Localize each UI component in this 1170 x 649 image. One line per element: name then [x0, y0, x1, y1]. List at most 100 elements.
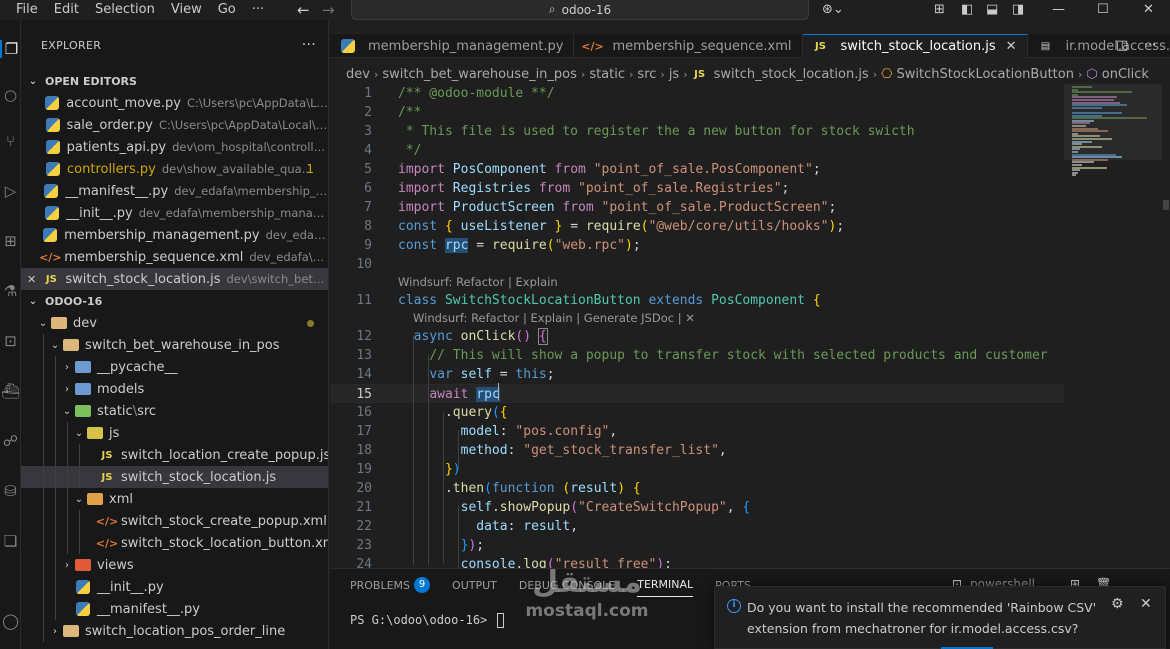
explorer-more-icon[interactable]: ···	[302, 37, 316, 53]
tree-item[interactable]: __init__.py	[21, 576, 328, 598]
menu-view[interactable]: View	[163, 0, 210, 20]
run-debug-icon[interactable]: ▷	[0, 182, 21, 200]
python-icon[interactable]: ☍	[0, 432, 21, 450]
breadcrumb-item[interactable]: src	[637, 67, 656, 82]
tree-item[interactable]: › __pycache__	[21, 356, 328, 378]
code-line[interactable]: 19 })	[330, 460, 1064, 479]
menu-more[interactable]: ···	[244, 0, 272, 20]
notification-close-icon[interactable]: ✕	[1140, 596, 1152, 612]
tab-close-icon[interactable]: ✕	[1006, 39, 1017, 54]
code-line[interactable]: 13 // This will show a popup to transfer…	[330, 346, 1064, 365]
toggle-panel-icon[interactable]: ⬓	[986, 2, 998, 17]
tree-item[interactable]: › models	[21, 378, 328, 400]
split-editor-icon[interactable]: ◫	[1116, 38, 1128, 53]
pages-icon[interactable]: ❏	[0, 532, 21, 550]
code-line[interactable]: 24 console.log("result free");	[330, 555, 1064, 568]
code-line[interactable]: 14 var self = this;	[330, 365, 1064, 384]
tree-item[interactable]: __manifest__.py	[21, 598, 328, 620]
breadcrumb-item[interactable]: dev	[346, 67, 370, 82]
tree-item[interactable]: JS switch_stock_location.js	[21, 466, 328, 488]
open-editor-item[interactable]: </>membership_sequence.xml dev_edafa\me..…	[21, 246, 328, 268]
tree-item[interactable]: JS switch_location_create_popup.js	[21, 444, 328, 466]
code-line[interactable]: 9 const rpc = require("web.rpc");	[330, 236, 1064, 255]
source-control-icon[interactable]: ⑂	[0, 132, 21, 150]
open-editors-header[interactable]: ⌄ OPEN EDITORS	[21, 70, 328, 92]
code-line[interactable]: 1 /** @odoo-module **/	[330, 84, 1064, 103]
panel-tab-terminal[interactable]: TERMINAL	[637, 577, 694, 597]
tree-item[interactable]: ⌄ xml	[21, 488, 328, 510]
code-line[interactable]: 23 });	[330, 536, 1064, 555]
toggle-secondary-sidebar-icon[interactable]: ◨	[1012, 2, 1024, 17]
open-editor-item[interactable]: controllers.py dev\show_available_qua... 1	[21, 158, 328, 180]
code-line[interactable]: 20 .then(function (result) {	[330, 479, 1064, 498]
editor-more-icon[interactable]: ···	[1144, 38, 1156, 53]
editor-scrollbar[interactable]	[1162, 84, 1170, 568]
code-line[interactable]: 16 .query({	[330, 403, 1064, 422]
open-editor-item[interactable]: membership_management.py dev_edafa\...	[21, 224, 328, 246]
editor-tab[interactable]: JS switch_stock_location.js ✕	[802, 34, 1028, 58]
minimize-icon[interactable]: —	[1052, 0, 1065, 20]
tree-item[interactable]: › switch_location_pos_order_line	[21, 620, 328, 642]
open-editor-item[interactable]: sale_order.py C:\Users\pc\AppData\Local\T…	[21, 114, 328, 136]
code-line[interactable]: 15 await rpc	[330, 384, 1064, 403]
explorer-icon[interactable]: ❐	[0, 40, 21, 58]
testing-icon[interactable]: ⚗	[0, 282, 21, 300]
workspace-header[interactable]: ⌄ ODOO-16	[21, 290, 328, 312]
code-line[interactable]: 7 import ProductScreen from "point_of_sal…	[330, 198, 1064, 217]
tree-item[interactable]: ⌄ switch_bet_warehouse_in_pos	[21, 334, 328, 356]
editor-tab[interactable]: membership_management.py	[330, 34, 575, 58]
breadcrumb-item[interactable]: static	[589, 67, 625, 82]
code-line[interactable]: 2 /**	[330, 103, 1064, 122]
code-line[interactable]: 5 import PosComponent from "point_of_sale…	[330, 160, 1064, 179]
menu-selection[interactable]: Selection	[87, 0, 163, 20]
breadcrumb-item[interactable]: switch_bet_warehouse_in_pos	[382, 67, 577, 82]
breadcrumb-item[interactable]: switch_stock_location.js	[714, 67, 869, 82]
tree-item[interactable]: </> switch_stock_create_popup.xml	[21, 510, 328, 532]
code-line[interactable]: 18 method: "get_stock_transfer_list",	[330, 441, 1064, 460]
account-icon[interactable]: ◯	[0, 612, 21, 630]
open-editor-item[interactable]: __manifest__.py dev_edafa\membership_ma..…	[21, 180, 328, 202]
back-arrow-icon[interactable]: ←	[297, 0, 310, 20]
code-line[interactable]: 22 data: result,	[330, 517, 1064, 536]
close-icon[interactable]: ✕	[27, 273, 43, 286]
tree-item[interactable]: ⌄ static \ src	[21, 400, 328, 422]
menu-edit[interactable]: Edit	[46, 0, 87, 20]
forward-arrow-icon[interactable]: →	[322, 0, 335, 20]
search-view-icon[interactable]: ○	[0, 86, 21, 104]
tree-item[interactable]: ⌄ dev	[21, 312, 328, 334]
code-line[interactable]: 12 async onClick() {	[330, 327, 1064, 346]
minimap[interactable]	[1064, 84, 1162, 568]
open-editor-item[interactable]: patients_api.py dev\om_hospital\controlle…	[21, 136, 328, 158]
notification-gear-icon[interactable]: ⚙	[1111, 596, 1124, 612]
open-editor-item[interactable]: account_move.py C:\Users\pc\AppData\Lo...	[21, 92, 328, 114]
code-line[interactable]: 11 class SwitchStockLocationButton extend…	[330, 291, 1064, 310]
menu-file[interactable]: File	[0, 0, 46, 20]
breadcrumb-item[interactable]: js	[669, 67, 679, 82]
editor-tab[interactable]: </> membership_sequence.xml	[574, 34, 803, 58]
code-line[interactable]: 4 */	[330, 141, 1064, 160]
open-editor-item[interactable]: __init__.py dev_edafa\membership_manage..…	[21, 202, 328, 224]
breadcrumb-item[interactable]: onClick	[1102, 67, 1149, 82]
terminal-prompt-line[interactable]: PS G:\odoo\odoo-16>	[350, 613, 504, 628]
extensions-icon[interactable]: ⊞	[0, 232, 21, 250]
copilot-icon[interactable]: ⊛⌄	[822, 2, 844, 17]
menu-go[interactable]: Go	[210, 0, 244, 20]
code-line[interactable]: 6 import Registries from "point_of_sale.R…	[330, 179, 1064, 198]
panel-tab-debug-console[interactable]: DEBUG CONSOLE	[519, 577, 615, 597]
tree-item[interactable]: › views	[21, 554, 328, 576]
scrollbar-thumb[interactable]	[1163, 200, 1169, 210]
code-lens[interactable]: Windsurf: Refactor | Explain | Generate …	[413, 311, 695, 325]
code-editor[interactable]: 1 /** @odoo-module **/ 2 /** 3 * This file i…	[330, 84, 1064, 568]
panel-tab-output[interactable]: OUTPUT	[452, 577, 497, 597]
code-lens[interactable]: Windsurf: Refactor | Explain	[398, 275, 558, 289]
command-center[interactable]: ⌕ odoo-16	[351, 0, 809, 20]
open-editor-item[interactable]: ✕ JS switch_stock_location.js dev\switch_be…	[21, 268, 328, 290]
docker-icon[interactable]: ⛴	[0, 382, 21, 400]
code-line[interactable]: 3 * This file is used to register the a …	[330, 122, 1064, 141]
tree-item[interactable]: ⌄ js	[21, 422, 328, 444]
remote-explorer-icon[interactable]: ⊡	[0, 332, 21, 350]
code-line[interactable]: 21 self.showPopup("CreateSwitchPopup", {	[330, 498, 1064, 517]
code-line[interactable]: 10	[330, 255, 1064, 274]
toggle-primary-sidebar-icon[interactable]: ◧	[961, 2, 973, 17]
code-line[interactable]: 17 model: "pos.config",	[330, 422, 1064, 441]
